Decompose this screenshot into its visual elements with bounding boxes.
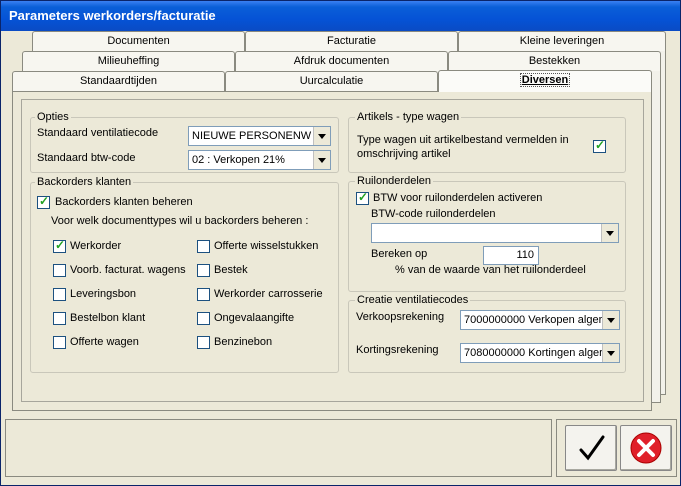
chevron-down-icon[interactable] [313,151,330,169]
tab-afdruk-documenten[interactable]: Afdruk documenten [235,51,448,71]
main-window: Parameters werkorders/facturatie Documen… [0,0,681,486]
chevron-down-icon[interactable] [602,311,619,329]
checkmark-icon [579,435,605,461]
tab-documenten[interactable]: Documenten [32,31,245,51]
tab-bestekken[interactable]: Bestekken [448,51,661,71]
artikels-line1: Type wagen uit artikelbestand vermelden … [357,134,569,146]
kortingsrekening-select[interactable]: 7080000000 Kortingen alger [460,343,620,363]
offerte-wisselstukken-label: Offerte wisselstukken [214,240,319,252]
ok-button[interactable] [565,425,617,471]
benzinebon-checkbox[interactable] [197,336,210,349]
tab-kleine-leveringen[interactable]: Kleine leveringen [458,31,666,51]
btw-code-value: 02 : Verkopen 21% [192,154,285,166]
group-backorders-title: Backorders klanten [35,176,134,188]
btw-ruilonderdelen-label: BTW voor ruilonderdelen activeren [373,192,543,204]
bestelbon-klant-label: Bestelbon klant [70,312,146,324]
verkoopsrekening-label: Verkoopsrekening [356,311,445,323]
ventilatiecode-label: Standaard ventilatiecode [37,127,159,139]
status-area [5,419,552,477]
btw-code-label: Standaard btw-code [37,152,136,164]
ventilatiecode-value: NIEUWE PERSONENW [192,130,312,142]
tab-uurcalculatie[interactable]: Uurcalculatie [225,71,438,91]
benzinebon-label: Benzinebon [214,336,273,348]
button-bar [556,419,677,477]
leveringsbon-label: Leveringsbon [70,288,137,300]
type-wagen-checkbox[interactable] [593,138,606,153]
backorders-beheren-label: Backorders klanten beheren [55,196,193,208]
werkorder-carrosserie-checkbox[interactable] [197,288,210,301]
percentage-label: % van de waarde van het ruilonderdeel [395,264,586,276]
werkorder-carrosserie-label: Werkorder carrosserie [214,288,323,300]
window-title: Parameters werkorders/facturatie [1,1,680,31]
ongevalaangifte-label: Ongevalaangifte [214,312,295,324]
tab-diversen[interactable]: Diversen [438,70,652,92]
group-ruilonderdelen-title: Ruilonderdelen [355,175,433,187]
chevron-down-icon[interactable] [602,344,619,362]
offerte-wisselstukken-checkbox[interactable] [197,240,210,253]
tab-milieuheffing[interactable]: Milieuheffing [22,51,235,71]
cancel-icon [630,432,662,464]
backorders-beheren-checkbox[interactable] [37,194,50,209]
tab-standaardtijden[interactable]: Standaardtijden [12,71,225,91]
ongevalaangifte-checkbox[interactable] [197,312,210,325]
ventilatiecode-select[interactable]: NIEUWE PERSONENW [188,126,331,146]
verkoopsrekening-value: 7000000000 Verkopen alger [464,314,603,326]
offerte-wagen-checkbox[interactable] [53,336,66,349]
btw-ruilonderdelen-checkbox[interactable] [356,190,369,205]
group-artikels-title: Artikels - type wagen [355,111,462,123]
documenttypes-question: Voor welk documenttypes wil u backorders… [51,215,309,227]
voorb-facturat-checkbox[interactable] [53,264,66,277]
verkoopsrekening-select[interactable]: 7000000000 Verkopen alger [460,310,620,330]
kortingsrekening-label: Kortingsrekening [356,344,439,356]
tab-facturatie[interactable]: Facturatie [245,31,458,51]
voorb-facturat-label: Voorb. facturat. wagens [70,264,186,276]
chevron-down-icon[interactable] [601,224,618,242]
kortingsrekening-value: 7080000000 Kortingen alger [464,347,603,359]
leveringsbon-checkbox[interactable] [53,288,66,301]
offerte-wagen-label: Offerte wagen [70,336,139,348]
bereken-op-input[interactable]: 110 [483,246,539,265]
bestek-label: Bestek [214,264,248,276]
bestek-checkbox[interactable] [197,264,210,277]
artikels-line2: omschrijving artikel [357,148,451,160]
btw-code-select[interactable]: 02 : Verkopen 21% [188,150,331,170]
btw-code-ruilonderdelen-label: BTW-code ruilonderdelen [371,208,496,220]
bereken-op-label: Bereken op [371,248,428,260]
btw-code-ruilonderdelen-select[interactable] [371,223,619,243]
werkorder-label: Werkorder [70,240,122,252]
group-ventilatiecodes-title: Creatie ventilatiecodes [355,294,471,306]
group-opties-title: Opties [35,111,71,123]
werkorder-checkbox[interactable] [53,238,66,253]
cancel-button[interactable] [620,425,672,471]
chevron-down-icon[interactable] [313,127,330,145]
bestelbon-klant-checkbox[interactable] [53,312,66,325]
